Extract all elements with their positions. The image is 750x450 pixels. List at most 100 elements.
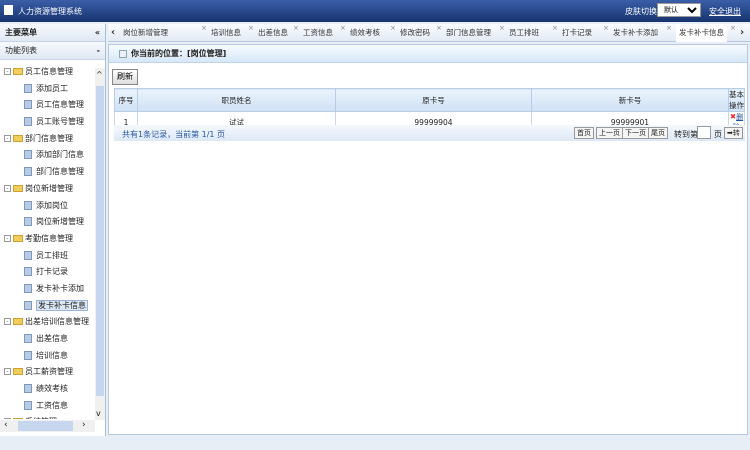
scroll-thumb[interactable] <box>18 421 73 431</box>
scroll-down-icon[interactable]: v <box>96 409 101 418</box>
tab[interactable]: 修改密码 × <box>400 24 442 42</box>
scroll-up-icon[interactable]: ^ <box>96 70 103 79</box>
menu-item[interactable]: 添加部门信息 <box>0 147 95 164</box>
collapse-icon[interactable]: - <box>4 184 11 192</box>
menu-group[interactable]: - 员工薪资管理 <box>0 364 95 381</box>
tab[interactable]: 部门信息管理 × <box>446 24 505 42</box>
page-icon <box>24 400 32 410</box>
first-page-button[interactable]: 首页 <box>574 127 594 139</box>
menu-item[interactable]: 添加员工 <box>0 81 95 98</box>
scroll-thumb[interactable] <box>96 86 104 396</box>
refresh-button[interactable]: 刷新 <box>112 69 138 85</box>
tab[interactable]: 发卡补卡信息 × <box>676 24 736 42</box>
tab[interactable]: 发卡补卡添加 × <box>613 24 672 42</box>
menu-item[interactable]: 员工排班 <box>0 248 95 265</box>
menu-item[interactable]: 员工账号管理 <box>0 114 95 131</box>
main-menu-header: 主要菜单 « <box>0 24 105 42</box>
tab[interactable]: 绩效考核 × <box>350 24 396 42</box>
page-icon <box>24 100 32 110</box>
collapse-sidebar-button[interactable]: « <box>95 24 100 42</box>
tab[interactable]: 工资信息 × <box>303 24 346 42</box>
next-page-button[interactable]: 下一页 <box>622 127 649 139</box>
close-tab-icon[interactable]: × <box>293 19 299 37</box>
scroll-right-icon[interactable]: › <box>82 420 86 430</box>
menu-group[interactable]: - 部门信息管理 <box>0 131 95 148</box>
page-number-input[interactable] <box>697 126 711 139</box>
page-icon <box>24 350 32 360</box>
tabs-prev-icon[interactable]: ‹ <box>111 24 115 42</box>
function-list-label: 功能列表 <box>5 46 37 55</box>
page-icon <box>24 217 32 227</box>
tab-label: 培训信息 <box>211 28 241 37</box>
menu-group[interactable]: - 系统管理 <box>0 414 95 419</box>
page-icon <box>24 300 32 310</box>
horizontal-scrollbar[interactable]: ‹ › <box>0 420 95 432</box>
menu-item[interactable]: 工资信息 <box>0 398 95 415</box>
menu-label: 出差信息 <box>36 334 68 343</box>
menu-item[interactable]: 岗位新增管理 <box>0 214 95 231</box>
menu-label: 岗位新增管理 <box>36 217 84 227</box>
tab[interactable]: 培训信息 × <box>211 24 254 42</box>
tab[interactable]: 打卡记录 × <box>562 24 609 42</box>
menu-label: 员工薪资管理 <box>25 367 73 377</box>
menu-item[interactable]: 绩效考核 <box>0 381 95 398</box>
breadcrumb: 你当前的位置：[岗位管理] <box>109 45 747 63</box>
menu-item[interactable]: 发卡补卡信息 <box>0 298 95 315</box>
prev-page-button[interactable]: 上一页 <box>596 127 623 139</box>
menu-label: 添加部门信息 <box>36 150 84 160</box>
close-tab-icon[interactable]: × <box>390 19 396 37</box>
page-icon <box>24 150 32 160</box>
menu-item[interactable]: 部门信息管理 <box>0 164 95 181</box>
menu-item[interactable]: 培训信息 <box>0 348 95 365</box>
logout-link[interactable]: 安全退出 <box>709 6 741 17</box>
collapse-icon[interactable]: - <box>4 134 11 142</box>
tabs-next-icon[interactable]: › <box>740 24 744 42</box>
col-header: 职员姓名 <box>137 88 336 112</box>
skin-select[interactable]: 默认 <box>657 3 701 17</box>
tab-label: 员工排班 <box>509 28 539 37</box>
close-tab-icon[interactable]: × <box>436 19 442 37</box>
collapse-icon[interactable]: - <box>4 418 11 419</box>
menu-item[interactable]: 员工信息管理 <box>0 97 95 114</box>
close-tab-icon[interactable]: × <box>730 19 736 37</box>
vertical-scrollbar[interactable]: ^ v <box>95 68 105 420</box>
app-logo-icon <box>4 5 13 15</box>
page-unit-label: 页 <box>714 130 722 139</box>
close-tab-icon[interactable]: × <box>201 19 207 37</box>
close-tab-icon[interactable]: × <box>552 19 558 37</box>
menu-group[interactable]: - 岗位新增管理 <box>0 181 95 198</box>
menu-item[interactable]: 发卡补卡添加 <box>0 281 95 298</box>
collapse-function-list-button[interactable]: - <box>97 42 100 60</box>
breadcrumb-text: 你当前的位置：[岗位管理] <box>131 49 227 58</box>
close-tab-icon[interactable]: × <box>499 19 505 37</box>
close-tab-icon[interactable]: × <box>603 19 609 37</box>
collapse-icon[interactable]: - <box>4 318 11 326</box>
page-icon <box>119 49 127 58</box>
function-list-header[interactable]: 功能列表 - <box>0 42 105 60</box>
col-header: 原卡号 <box>335 88 532 112</box>
menu-item[interactable]: 添加岗位 <box>0 198 95 215</box>
menu-item[interactable]: 出差信息 <box>0 331 95 348</box>
close-tab-icon[interactable]: × <box>248 19 254 37</box>
menu-group[interactable]: - 员工信息管理 <box>0 64 95 81</box>
collapse-icon[interactable]: - <box>4 68 11 75</box>
pager: 共有1条记录，当前第 1/1 页 首页 上一页 下一页 尾页 转到第 页 ➡转 <box>114 125 745 141</box>
menu-label: 系统管理 <box>25 417 57 419</box>
collapse-icon[interactable]: - <box>4 234 11 242</box>
collapse-icon[interactable]: - <box>4 368 11 376</box>
go-button[interactable]: ➡转 <box>724 127 743 139</box>
tab-label: 发卡补卡信息 <box>679 28 724 37</box>
scroll-left-icon[interactable]: ‹ <box>4 420 8 430</box>
menu-label: 培训信息 <box>36 350 68 360</box>
tab[interactable]: 出差信息 × <box>258 24 299 42</box>
menu-group[interactable]: - 考勤信息管理 <box>0 231 95 248</box>
menu-group[interactable]: - 出差培训信息管理 <box>0 314 95 331</box>
close-tab-icon[interactable]: × <box>340 19 346 37</box>
tab[interactable]: 员工排班 × <box>509 24 558 42</box>
folder-icon <box>13 68 23 75</box>
last-page-button[interactable]: 尾页 <box>648 127 668 139</box>
page-icon <box>24 384 32 394</box>
tab[interactable]: 岗位新增管理 × <box>123 24 207 42</box>
menu-item[interactable]: 打卡记录 <box>0 264 95 281</box>
close-tab-icon[interactable]: × <box>666 19 672 37</box>
